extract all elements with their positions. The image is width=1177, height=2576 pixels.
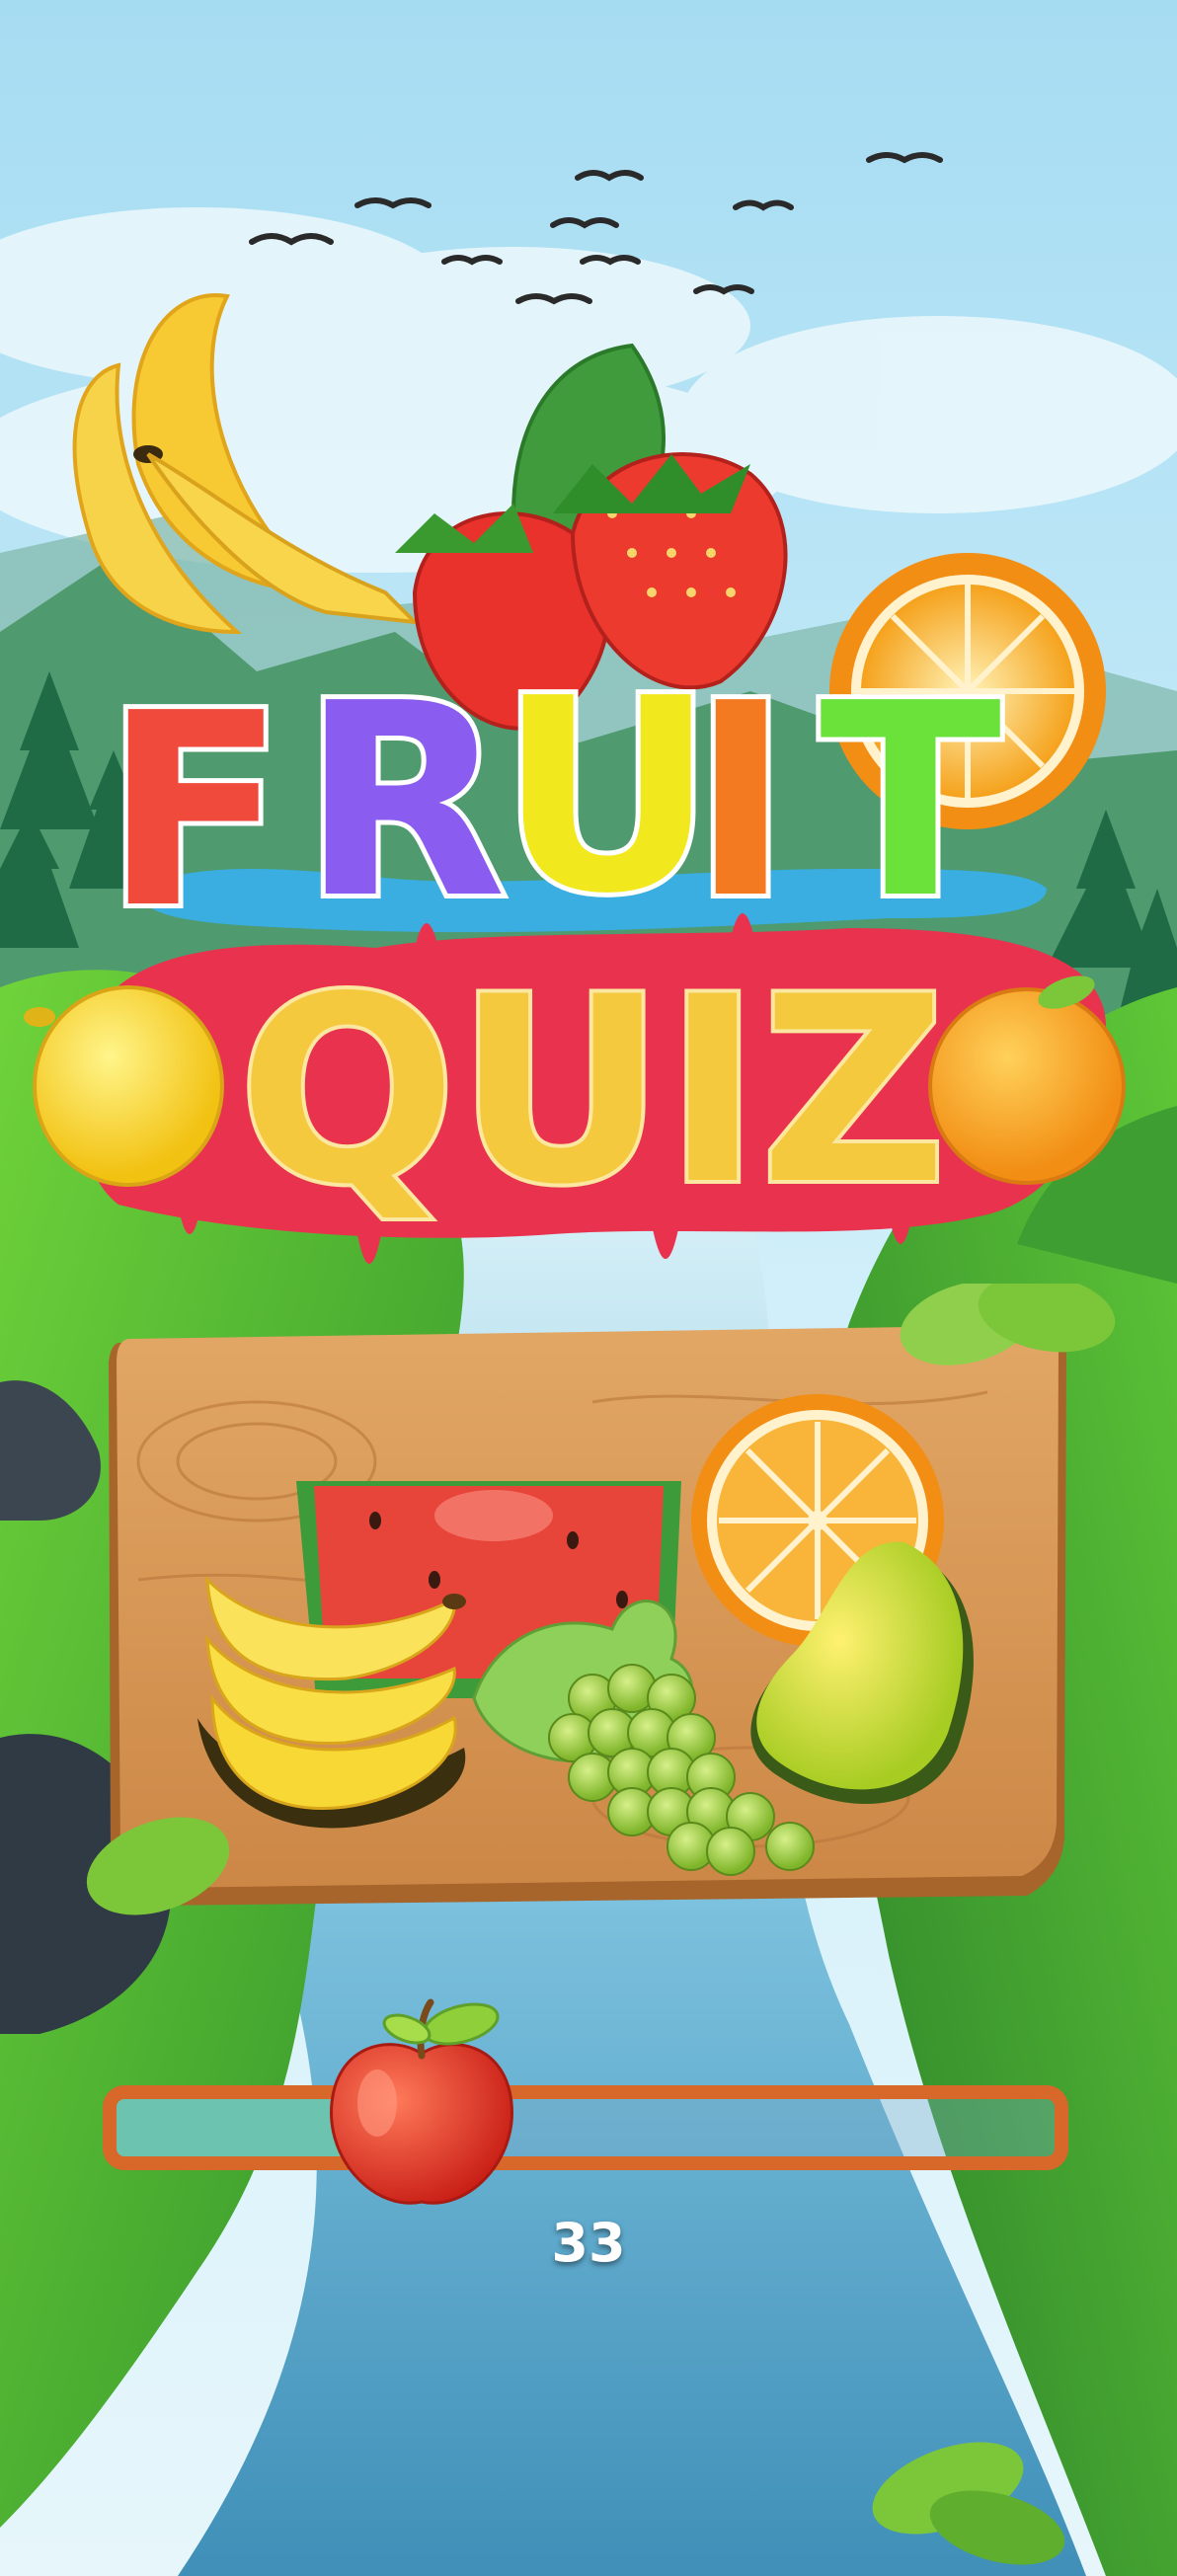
title-quiz: QUIZ	[238, 943, 946, 1241]
title-letter-f: F	[104, 656, 285, 967]
loading-progress-bar	[103, 2085, 1068, 2170]
board-art	[86, 1274, 1116, 1915]
fruit-board	[0, 1274, 1177, 1939]
title-letter-r: R	[301, 646, 507, 957]
title-fruit: F R U I T	[99, 636, 1008, 972]
title-letter-u: U	[499, 641, 715, 952]
apple-icon	[308, 1985, 535, 2212]
title-letter-i: I	[691, 646, 790, 957]
logo-art: F R U I T QUIZ	[24, 293, 1126, 1264]
game-logo: F R U I T QUIZ	[0, 0, 1177, 1307]
progress-value: 33	[551, 2212, 626, 2274]
title-letter-t: T	[820, 646, 1003, 957]
banana-icon	[72, 293, 421, 635]
lemon-icon	[24, 985, 224, 1187]
